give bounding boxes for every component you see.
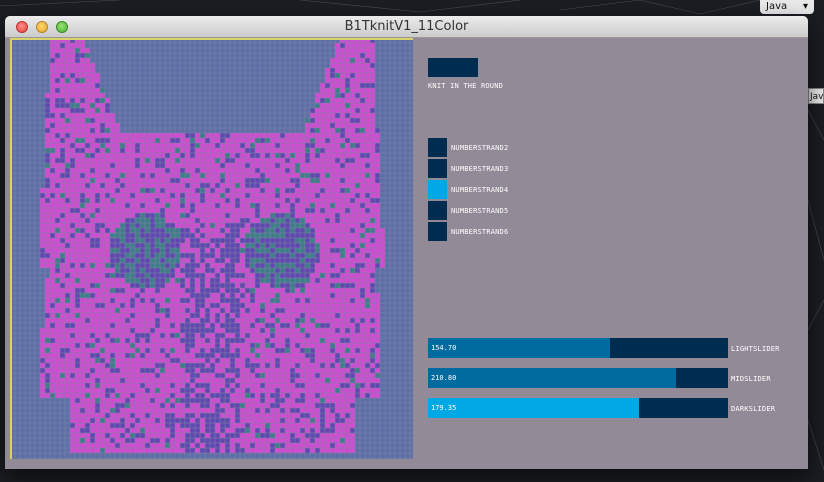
strand-label: NUMBERSTRAND6 <box>451 228 509 236</box>
slider-label: MIDSLIDER <box>731 375 771 383</box>
grid-border-top <box>10 38 413 40</box>
language-dropdown[interactable]: Java ▾ <box>760 0 814 14</box>
app-window: B1TknitV1_11Color KNIT IN THE ROUND NUMB… <box>5 16 808 469</box>
strand-button-3[interactable] <box>428 159 447 178</box>
knit-in-the-round-toggle[interactable] <box>428 58 478 77</box>
slider-value: 210.80 <box>431 374 457 382</box>
strand-button-5[interactable] <box>428 201 447 220</box>
grid-border-left <box>10 38 12 459</box>
strand-label: NUMBERSTRAND5 <box>451 207 509 215</box>
slider-label: LIGHTSLIDER <box>731 345 780 353</box>
slider-label: DARKSLIDER <box>731 405 776 413</box>
strand-label: NUMBERSTRAND4 <box>451 186 509 194</box>
midslider-control[interactable]: 210.80 <box>428 368 728 388</box>
slider-value: 179.35 <box>431 404 457 412</box>
background-window-fragment: Jav <box>808 88 824 104</box>
strand-label: NUMBERSTRAND2 <box>451 144 509 152</box>
strand-label: NUMBERSTRAND3 <box>451 165 509 173</box>
knit-pattern-grid[interactable] <box>10 38 413 459</box>
slider-fill <box>428 368 677 388</box>
strand-button-4[interactable] <box>428 180 447 199</box>
window-title: B1TknitV1_11Color <box>344 19 469 34</box>
slider-fill <box>428 398 639 418</box>
chevron-down-icon: ▾ <box>802 1 808 12</box>
title-bar[interactable]: B1TknitV1_11Color <box>5 16 808 38</box>
strand-button-2[interactable] <box>428 138 447 157</box>
language-dropdown-label: Java <box>766 1 788 12</box>
slider-value: 154.70 <box>431 344 457 352</box>
lightslider-control[interactable]: 154.70 <box>428 338 728 358</box>
strand-button-6[interactable] <box>428 222 447 241</box>
darkslider-control[interactable]: 179.35 <box>428 398 728 418</box>
knit-in-the-round-label: KNIT IN THE ROUND <box>428 82 504 90</box>
